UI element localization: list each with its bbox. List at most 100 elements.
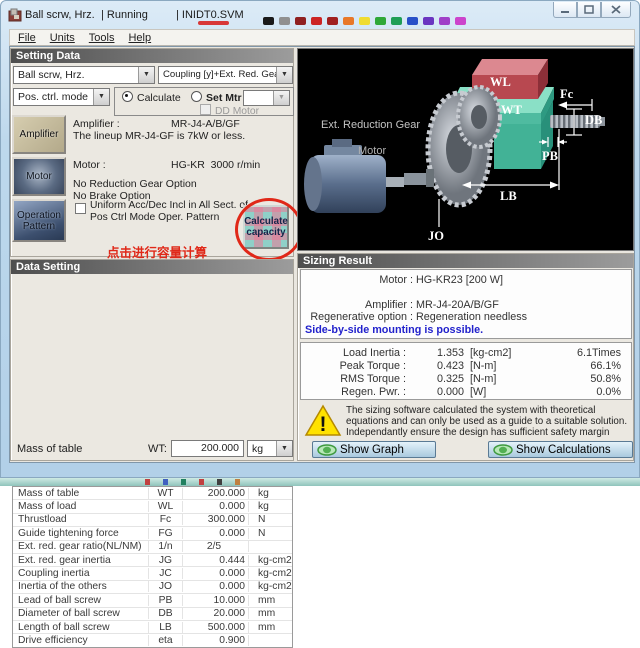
metric-row: Load Inertia : 1.353 [kg-cm2] 6.1Times bbox=[301, 346, 631, 359]
uniform-accdec-label-line2: Pos Ctrl Mode Oper. Pattern bbox=[90, 212, 219, 223]
row-value: 300.000 bbox=[183, 514, 249, 525]
calculate-capacity-button[interactable]: Calculate capacity bbox=[243, 205, 289, 249]
row-name: Length of ball screw bbox=[13, 622, 149, 633]
minimize-icon bbox=[560, 6, 570, 14]
unit-select[interactable]: kg ▼ bbox=[247, 440, 293, 457]
menu-help[interactable]: Help bbox=[128, 32, 151, 44]
row-name: Thrustload bbox=[13, 514, 149, 525]
table-row[interactable]: Coupling inertia JC 0.000 kg-cm2 bbox=[13, 567, 292, 580]
radio-set-mtr[interactable]: Set Mtr bbox=[191, 91, 242, 104]
uniform-accdec-checkbox-icon[interactable] bbox=[75, 203, 86, 214]
coupling-value: Coupling [y]+Ext. Red. Gear [y] bbox=[163, 69, 293, 80]
svg-text:!: ! bbox=[320, 413, 327, 436]
sizing-result-panel: Sizing Result Motor : HG-KR23 [200 W] Am… bbox=[297, 253, 634, 461]
radio-calculate-icon[interactable] bbox=[122, 91, 133, 102]
dd-motor-checkbox: DD Motor bbox=[200, 104, 259, 117]
menu-tools[interactable]: Tools bbox=[89, 32, 115, 44]
metric-row: RMS Torque : 0.325 [N-m] 50.8% bbox=[301, 372, 631, 385]
amplifier-button[interactable]: Amplifier bbox=[12, 115, 66, 154]
operation-pattern-button-label: Operation Pattern bbox=[14, 210, 64, 232]
row-unit: kg-cm2 bbox=[249, 555, 292, 566]
table-row[interactable]: Diameter of ball screw DB 20.000 mm bbox=[13, 608, 292, 621]
title-bar[interactable]: Ball scrw, Hrz. | Running | INIDT0.SVM bbox=[1, 1, 640, 29]
table-row[interactable]: Length of ball screw LB 500.000 mm bbox=[13, 621, 292, 634]
parameter-table: Mass of table WT 200.000 kg Mass of load… bbox=[12, 486, 293, 648]
motor-button-label: Motor bbox=[26, 171, 52, 182]
row-unit: kg bbox=[249, 501, 292, 512]
data-setting-header: Data Setting bbox=[11, 260, 293, 274]
row-unit: mm bbox=[249, 595, 292, 606]
diagram-pb-label: PB bbox=[542, 149, 558, 164]
show-calculations-label: Show Calculations bbox=[516, 444, 611, 456]
chevron-down-icon[interactable]: ▼ bbox=[93, 89, 109, 105]
warning-line3: Independantly ensure the design has suff… bbox=[346, 427, 609, 438]
diagram-wt-label: WT bbox=[501, 103, 522, 118]
dd-motor-checkbox-icon bbox=[200, 104, 211, 115]
row-symbol: JC bbox=[149, 568, 183, 579]
operation-pattern-button[interactable]: Operation Pattern bbox=[12, 199, 66, 242]
menu-units[interactable]: Units bbox=[50, 32, 75, 44]
uniform-accdec-checkbox[interactable] bbox=[75, 203, 90, 216]
table-row[interactable]: Lead of ball screw PB 10.000 mm bbox=[13, 594, 292, 607]
row-value: 0.900 bbox=[183, 635, 249, 646]
metric-row: Peak Torque : 0.423 [N-m] 66.1% bbox=[301, 359, 631, 372]
show-graph-button[interactable]: Show Graph bbox=[312, 441, 436, 458]
radio-set-mtr-label: Set Mtr bbox=[206, 92, 242, 104]
machine-diagram-art bbox=[298, 49, 633, 250]
row-symbol: JO bbox=[149, 581, 183, 592]
amplifier-value: MR-J4-A/B/GF bbox=[171, 118, 240, 130]
row-symbol: DB bbox=[149, 608, 183, 619]
row-name: Ext. red. gear ratio(NL/NM) bbox=[13, 541, 149, 552]
radio-calculate-label: Calculate bbox=[137, 92, 181, 104]
row-value: 0.000 bbox=[183, 581, 249, 592]
close-button[interactable] bbox=[601, 2, 631, 18]
metric-label: RMS Torque : bbox=[301, 373, 406, 385]
row-symbol: WL bbox=[149, 501, 183, 512]
setting-data-panel: Setting Data Ball scrw, Hrz. ▼ Coupling … bbox=[10, 48, 294, 257]
table-row[interactable]: Inertia of the others JO 0.000 kg-cm2 bbox=[13, 581, 292, 594]
table-row[interactable]: Guide tightening force FG 0.000 N bbox=[13, 527, 292, 540]
table-row[interactable]: Ext. red. gear ratio(NL/NM) 1/n 2/5 bbox=[13, 541, 292, 554]
close-icon bbox=[611, 5, 621, 14]
minimize-button[interactable] bbox=[553, 2, 577, 18]
radio-set-mtr-icon[interactable] bbox=[191, 91, 202, 102]
coupling-select[interactable]: Coupling [y]+Ext. Red. Gear [y] ▼ bbox=[158, 66, 293, 84]
edit-row-symbol: WT: bbox=[148, 443, 167, 455]
control-mode-select[interactable]: Pos. ctrl. mode ▼ bbox=[13, 88, 110, 106]
table-row[interactable]: Thrustload Fc 300.000 N bbox=[13, 514, 292, 527]
metric-ratio: 6.1Times bbox=[542, 347, 631, 359]
chevron-down-icon[interactable]: ▼ bbox=[276, 67, 292, 83]
row-unit: kg-cm2 bbox=[249, 568, 292, 579]
amplifier-label: Amplifier : bbox=[73, 118, 120, 130]
calculate-capacity-line2: capacity bbox=[246, 227, 285, 238]
annotation-underline bbox=[198, 21, 229, 25]
mechanism-select[interactable]: Ball scrw, Hrz. ▼ bbox=[13, 66, 155, 84]
row-unit: mm bbox=[249, 608, 292, 619]
chevron-down-icon[interactable]: ▼ bbox=[276, 441, 292, 456]
row-name: Guide tightening force bbox=[13, 528, 149, 539]
maximize-icon bbox=[584, 5, 594, 14]
menu-file[interactable]: File bbox=[18, 32, 36, 44]
mechanism-value: Ball scrw, Hrz. bbox=[18, 69, 85, 81]
radio-calculate[interactable]: Calculate bbox=[122, 91, 181, 104]
table-row[interactable]: Mass of table WT 200.000 kg bbox=[13, 487, 292, 500]
row-name: Inertia of the others bbox=[13, 581, 149, 592]
motor-button[interactable]: Motor bbox=[12, 157, 66, 196]
eye-icon bbox=[493, 444, 513, 456]
mass-of-table-input[interactable]: 200.000 bbox=[171, 440, 244, 457]
table-row[interactable]: Ext. red. gear inertia JG 0.444 kg-cm2 bbox=[13, 554, 292, 567]
motor-value: HG-KR 3000 r/min bbox=[171, 159, 260, 171]
table-row[interactable]: Mass of load WL 0.000 kg bbox=[13, 500, 292, 513]
metric-unit: [W] bbox=[464, 386, 542, 398]
chevron-down-icon[interactable]: ▼ bbox=[138, 67, 154, 83]
row-name: Drive efficiency bbox=[13, 635, 149, 646]
annotation-color-palette bbox=[263, 17, 471, 25]
metric-row: Regen. Pwr. : 0.000 [W] 0.0% bbox=[301, 385, 631, 398]
show-calculations-button[interactable]: Show Calculations bbox=[488, 441, 633, 458]
row-name: Lead of ball screw bbox=[13, 595, 149, 606]
row-symbol: WT bbox=[149, 488, 183, 499]
sizing-summary-box: Motor : HG-KR23 [200 W] Amplifier : MR-J… bbox=[300, 269, 632, 339]
row-unit: kg bbox=[249, 488, 292, 499]
table-row[interactable]: Drive efficiency eta 0.900 bbox=[13, 634, 292, 647]
maximize-button[interactable] bbox=[577, 2, 601, 18]
